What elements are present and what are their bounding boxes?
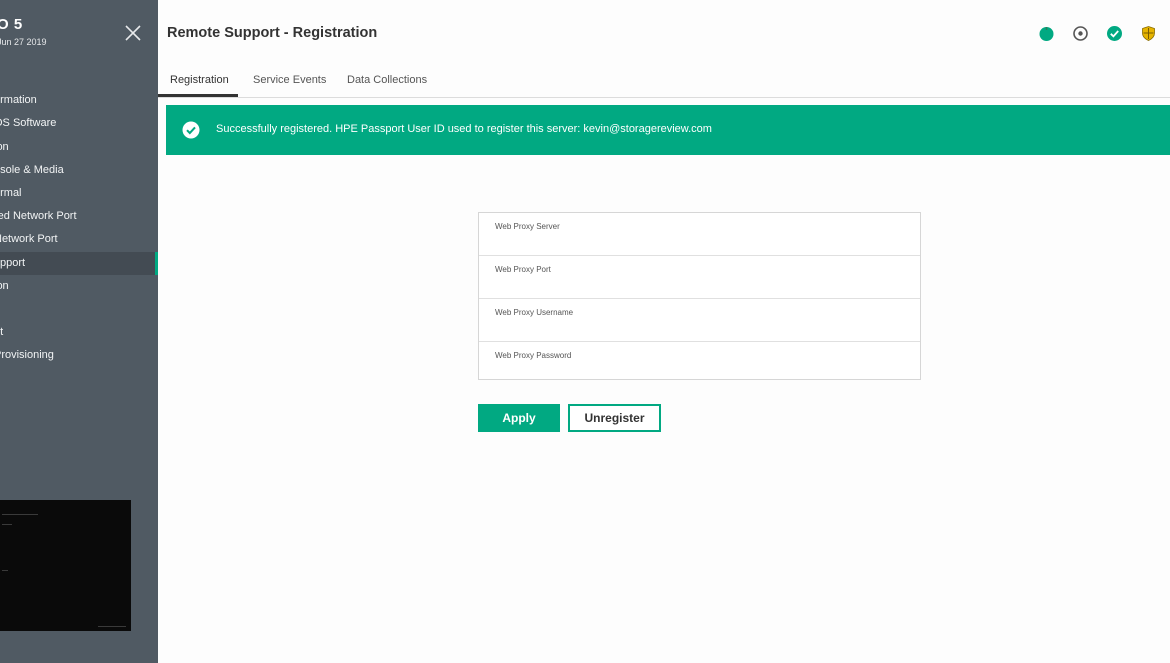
- console-line: [2, 514, 38, 515]
- health-status-icon[interactable]: [1038, 25, 1055, 42]
- close-icon[interactable]: [124, 24, 142, 42]
- page-title: Remote Support - Registration: [167, 25, 378, 41]
- sidebar-item[interactable]: [0, 298, 158, 321]
- sidebar-item-os-software[interactable]: OS Software: [0, 112, 158, 135]
- field-label: Web Proxy Password: [495, 351, 572, 360]
- web-proxy-password-input[interactable]: [495, 364, 895, 380]
- tab-bar: Registration Service Events Data Collect…: [158, 64, 1170, 98]
- sidebar-item-management[interactable]: nt: [0, 321, 158, 344]
- remote-console-thumbnail[interactable]: [0, 500, 131, 631]
- sidebar-subtitle: Jun 27 2019: [0, 37, 47, 47]
- success-banner: Successfully registered. HPE Passport Us…: [166, 105, 1170, 155]
- web-proxy-username-field[interactable]: Web Proxy Username: [479, 299, 920, 342]
- sidebar-title: O 5: [0, 16, 23, 33]
- web-proxy-form: Web Proxy Server Web Proxy Port Web Prox…: [478, 212, 921, 380]
- locator-icon[interactable]: [1072, 25, 1089, 42]
- unregister-button[interactable]: Unregister: [568, 404, 661, 432]
- console-line: [2, 524, 12, 525]
- sidebar-item[interactable]: ion: [0, 275, 158, 298]
- banner-message: Successfully registered. HPE Passport Us…: [216, 123, 712, 135]
- web-proxy-port-input[interactable]: [495, 278, 895, 294]
- sidebar-item-thermal[interactable]: ermal: [0, 182, 158, 205]
- active-tab-indicator: [158, 94, 238, 97]
- security-shield-icon[interactable]: [1140, 25, 1157, 42]
- tab-registration[interactable]: Registration: [170, 64, 229, 96]
- apply-button[interactable]: Apply: [478, 404, 560, 432]
- web-proxy-password-field[interactable]: Web Proxy Password: [479, 342, 920, 384]
- web-proxy-server-field[interactable]: Web Proxy Server: [479, 213, 920, 256]
- tab-data-collections[interactable]: Data Collections: [347, 64, 427, 96]
- sidebar-item-shared-network-port[interactable]: red Network Port: [0, 205, 158, 228]
- sidebar-item-remote-support[interactable]: pport: [0, 251, 158, 275]
- console-line: [2, 570, 8, 571]
- check-circle-icon: [182, 121, 200, 139]
- field-label: Web Proxy Username: [495, 308, 574, 317]
- sidebar-item-console-media[interactable]: nsole & Media: [0, 159, 158, 182]
- sidebar-nav: n ormation OS Software ion nsole & Media…: [0, 66, 158, 367]
- header-status-icons: [1038, 25, 1157, 42]
- tab-service-events[interactable]: Service Events: [253, 64, 326, 96]
- web-proxy-port-field[interactable]: Web Proxy Port: [479, 256, 920, 299]
- field-label: Web Proxy Server: [495, 222, 560, 231]
- sidebar: O 5 Jun 27 2019 n ormation OS Software i…: [0, 0, 158, 663]
- console-line: [98, 626, 126, 627]
- web-proxy-server-input[interactable]: [495, 235, 895, 251]
- sidebar-item-information[interactable]: ormation: [0, 89, 158, 112]
- sidebar-item[interactable]: n: [0, 66, 158, 89]
- field-label: Web Proxy Port: [495, 265, 551, 274]
- sidebar-item-provisioning[interactable]: Provisioning: [0, 344, 158, 367]
- sidebar-item[interactable]: ion: [0, 136, 158, 159]
- check-status-icon[interactable]: [1106, 25, 1123, 42]
- sidebar-item-network-port[interactable]: Network Port: [0, 228, 158, 251]
- web-proxy-username-input[interactable]: [495, 321, 895, 337]
